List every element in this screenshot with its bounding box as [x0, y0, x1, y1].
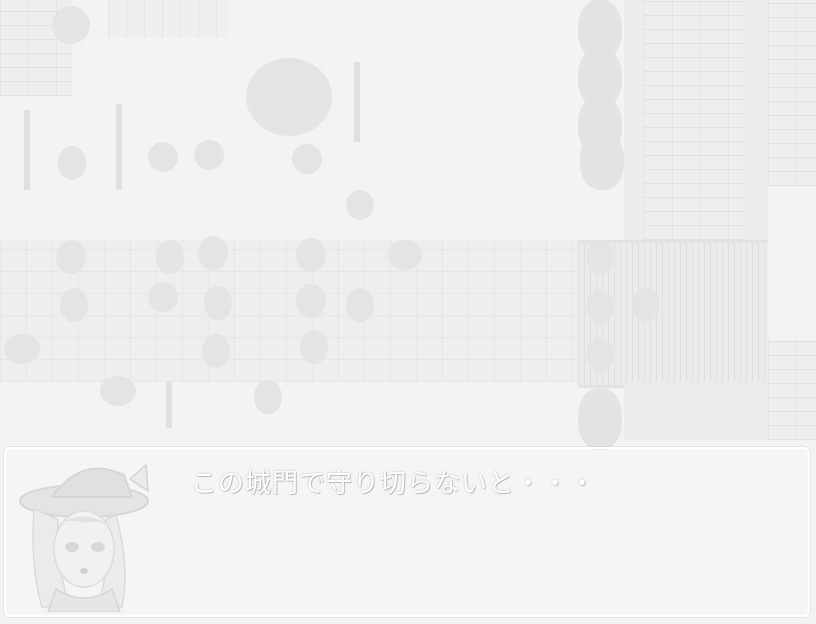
monster-icon [4, 334, 40, 364]
dialogue-text: この城門で守り切らないと・・・ [191, 469, 597, 499]
monster-icon [100, 376, 136, 406]
monster-icon [194, 140, 224, 170]
monster-icon [296, 284, 326, 318]
witch-girl-portrait-icon [19, 463, 149, 612]
cobblestone-patch [108, 0, 228, 38]
guard-icon [586, 338, 614, 372]
monster-icon [388, 240, 422, 270]
rock [52, 6, 90, 44]
monster-icon [296, 238, 326, 272]
rock-pile [246, 58, 332, 136]
monster-icon [346, 288, 374, 322]
dead-tree-icon [24, 110, 30, 190]
monster-icon [300, 330, 328, 364]
skeleton-icon [156, 240, 184, 274]
wall-pillar [744, 0, 768, 240]
skeleton-icon [58, 146, 86, 180]
monster-icon [202, 334, 230, 368]
castle-wall [768, 0, 816, 186]
monster-icon [254, 380, 282, 414]
dead-tree-icon [116, 104, 122, 190]
dead-tree-icon [354, 62, 360, 142]
monster-icon [148, 282, 178, 312]
monster-icon [204, 286, 232, 320]
castle-wall [644, 0, 744, 240]
message-window[interactable]: この城門で守り切らないと・・・ [4, 447, 810, 617]
castle-wall [768, 340, 816, 440]
monster-icon [148, 142, 178, 172]
monster-icon [198, 236, 228, 270]
pine-tree-icon [578, 388, 622, 450]
monster-icon [60, 288, 88, 322]
monster-icon [346, 190, 374, 220]
wall-pillar [624, 0, 644, 240]
guard-icon [586, 290, 614, 324]
monster-icon [292, 144, 322, 174]
pine-tree-icon [580, 132, 624, 190]
monster-icon [56, 240, 86, 274]
guard-icon [586, 240, 614, 274]
hero-icon [632, 288, 660, 322]
wall-pillar [624, 382, 768, 440]
